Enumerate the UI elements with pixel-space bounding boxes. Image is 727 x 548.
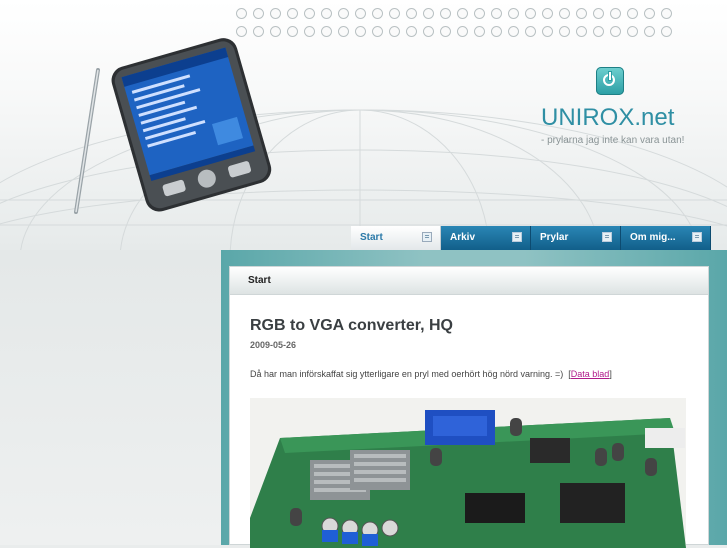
link-bracket-close: ]: [609, 369, 612, 379]
circuit-board-illustration: [250, 398, 686, 548]
post-body: Då har man införskaffat sig ytterligare …: [250, 369, 612, 379]
page-icon: [602, 232, 612, 242]
nav-item-label: Start: [360, 232, 383, 243]
datasheet-link[interactable]: Data blad: [571, 369, 610, 379]
nav-item-label: Prylar: [540, 232, 569, 243]
main-nav: Start Arkiv Prylar Om mig...: [351, 226, 711, 250]
page-icon: [422, 232, 432, 242]
decorative-dots: [236, 8, 706, 44]
content-panel: Start RGB to VGA converter, HQ 2009-05-2…: [229, 266, 709, 548]
post-date: 2009-05-26: [250, 340, 297, 350]
nav-item-prylar[interactable]: Prylar: [531, 226, 621, 250]
nav-item-label: Arkiv: [450, 232, 476, 243]
post-body-text: Då har man införskaffat sig ytterligare …: [250, 369, 564, 379]
page-icon: [512, 232, 522, 242]
nav-item-om-mig[interactable]: Om mig...: [621, 226, 711, 250]
site-tagline: - prylarna jag inte kan vara utan!: [541, 135, 685, 146]
sidebar: [0, 250, 221, 545]
page-icon: [692, 232, 702, 242]
post-title[interactable]: RGB to VGA converter, HQ: [250, 317, 453, 335]
nav-item-arkiv[interactable]: Arkiv: [441, 226, 531, 250]
panel-heading: Start: [230, 267, 708, 295]
power-logo-icon[interactable]: [596, 67, 624, 95]
circuit-board-photo[interactable]: [250, 398, 686, 548]
site-header: UNIROX.net - prylarna jag inte kan vara …: [0, 0, 727, 250]
nav-item-label: Om mig...: [630, 232, 676, 243]
pda-device-image: [74, 38, 272, 214]
nav-item-start[interactable]: Start: [351, 226, 441, 250]
site-title[interactable]: UNIROX.net: [541, 104, 674, 132]
